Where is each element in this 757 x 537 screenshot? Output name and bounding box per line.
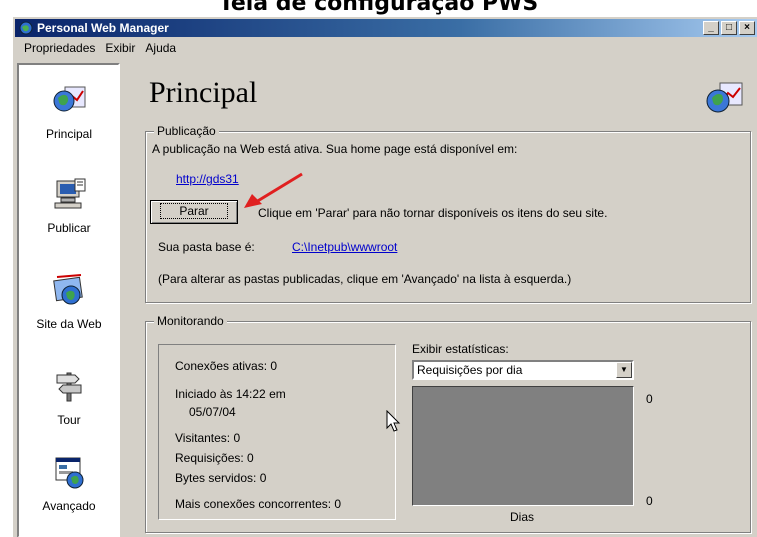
graph-bottom-value: 0: [646, 494, 653, 508]
app-window: Personal Web Manager _ □ × Propriedades …: [12, 16, 757, 537]
max-concurrent-connections: Mais conexões concorrentes: 0: [175, 497, 342, 511]
sidebar-item-label: Site da Web: [36, 317, 102, 331]
sidebar-item-label: Tour: [57, 413, 81, 427]
graph-top-value: 0: [646, 392, 653, 406]
sidebar-item-tour[interactable]: Tour: [19, 369, 119, 427]
sidebar-item-label: Avançado: [42, 499, 96, 513]
mouse-cursor-icon: [386, 410, 401, 432]
statistics-select-value: Requisições por dia: [417, 363, 523, 377]
exibir-estatisticas-label: Exibir estatísticas:: [412, 342, 509, 356]
title-bar[interactable]: Personal Web Manager _ □ ×: [15, 19, 757, 37]
minimize-button[interactable]: _: [703, 21, 719, 35]
sidebar-item-principal[interactable]: Principal: [19, 83, 119, 141]
advanced-settings-icon: [55, 457, 84, 489]
base-folder-link[interactable]: C:\Inetpub\wwwroot: [292, 240, 397, 254]
globe-chart-icon: [53, 86, 86, 112]
publish-status-text: A publicação na Web está ativa. Sua home…: [152, 142, 518, 156]
started-at-date: 05/07/04: [189, 405, 236, 419]
stop-hint-text: Clique em 'Parar' para não tornar dispon…: [258, 206, 608, 220]
sidebar-item-site-da-web[interactable]: Site da Web: [19, 273, 119, 331]
main-content: Principal Publicação A publicação na Web…: [135, 63, 757, 537]
stats-panel: Conexões ativas: 0 Iniciado às 14:22 em …: [158, 344, 396, 520]
close-button[interactable]: ×: [739, 21, 755, 35]
advanced-note-text: (Para alterar as pastas publicadas, cliq…: [158, 272, 572, 286]
menu-propriedades[interactable]: Propriedades: [19, 39, 100, 57]
publicacao-legend: Publicação: [154, 124, 219, 138]
sidebar: Principal Publicar Site da Web Tour Avan…: [17, 63, 120, 537]
base-folder-label: Sua pasta base é:: [158, 240, 255, 254]
window-title: Personal Web Manager: [37, 21, 169, 35]
web-site-icon: [53, 274, 83, 305]
sidebar-item-label: Publicar: [47, 221, 91, 235]
maximize-button[interactable]: □: [721, 21, 737, 35]
visitors-count: Visitantes: 0: [175, 431, 241, 445]
stop-button-label: Parar: [160, 203, 228, 219]
menu-ajuda[interactable]: Ajuda: [140, 39, 181, 57]
active-connections: Conexões ativas: 0: [175, 359, 278, 373]
menu-exibir[interactable]: Exibir: [100, 39, 140, 57]
stop-button[interactable]: Parar: [150, 200, 238, 224]
dropdown-arrow-icon[interactable]: ▼: [616, 362, 632, 378]
publicacao-group: Publicação A publicação na Web está ativ…: [145, 124, 751, 303]
tour-signpost-icon: [56, 372, 82, 402]
requests-count: Requisições: 0: [175, 451, 254, 465]
home-page-link[interactable]: http://gds31: [176, 172, 239, 186]
sidebar-item-publicar[interactable]: Publicar: [19, 177, 119, 235]
started-at-line1: Iniciado às 14:22 em: [175, 387, 286, 401]
statistics-graph: [412, 386, 634, 506]
computer-publish-icon: [54, 178, 86, 209]
monitorando-group: Monitorando Conexões ativas: 0 Iniciado …: [145, 314, 751, 533]
graph-x-label: Dias: [510, 510, 535, 524]
bytes-served: Bytes servidos: 0: [175, 471, 267, 485]
page-title: Principal: [149, 76, 258, 109]
globe-chart-icon: [706, 82, 743, 113]
menu-bar: Propriedades Exibir Ajuda: [15, 38, 757, 58]
monitorando-legend: Monitorando: [154, 314, 227, 328]
sidebar-item-label: Principal: [45, 127, 93, 141]
sidebar-item-avancado[interactable]: Avançado: [19, 455, 119, 513]
globe-app-icon: [19, 21, 33, 35]
red-arrow-icon: [244, 172, 303, 208]
statistics-select[interactable]: Requisições por dia ▼: [412, 360, 634, 380]
